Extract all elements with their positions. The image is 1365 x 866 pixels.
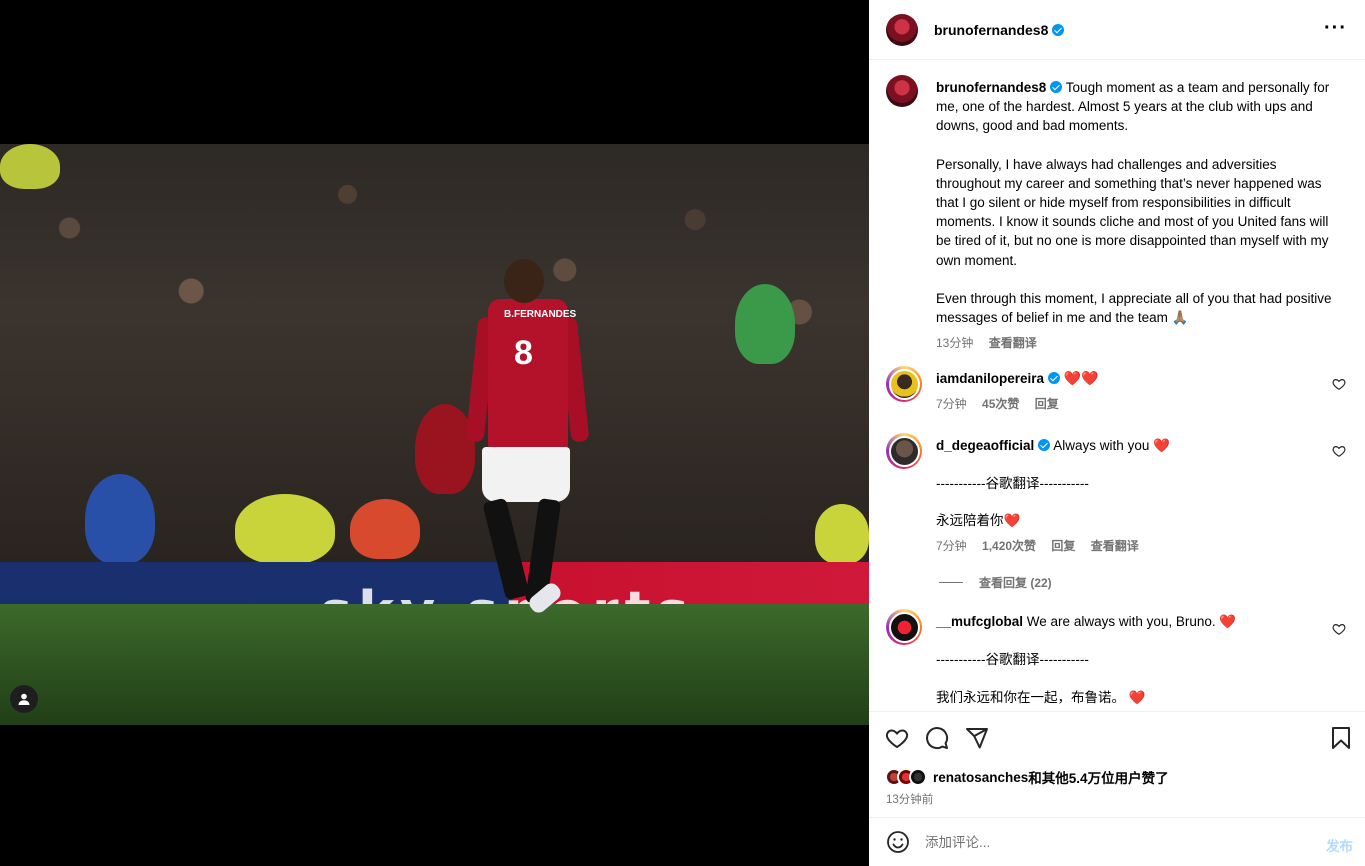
user-tag-icon[interactable] — [10, 685, 38, 713]
translation-divider: -----------谷歌翻译----------- — [936, 476, 1089, 491]
caption-username[interactable]: brunofernandes8 — [936, 80, 1046, 95]
pitch — [0, 604, 869, 725]
caption-paragraph-3: Even through this moment, I appreciate a… — [936, 290, 1332, 326]
post-actions: renatosanches 和其他5.4万位用户赞了 13分钟前 — [869, 711, 1365, 817]
liked-by-summary[interactable]: renatosanches 和其他5.4万位用户赞了 — [885, 767, 1169, 787]
player-figure: B.FERNANDES 8 — [465, 259, 590, 619]
post-photo[interactable]: sky sports B.FERNANDES 8 — [0, 144, 869, 725]
comment-input[interactable] — [925, 834, 1305, 850]
author-username[interactable]: brunofernandes8 — [934, 22, 1065, 38]
comment-time: 7分钟 — [936, 397, 967, 411]
comment-icon[interactable] — [925, 726, 949, 750]
caption-paragraph-2: Personally, I have always had challenges… — [936, 156, 1329, 268]
comment-translation: 永远陪着你❤️ — [936, 513, 1021, 528]
crowd-background — [0, 144, 869, 564]
post-timestamp: 13分钟前 — [886, 794, 934, 806]
post-side-panel: brunofernandes8 ··· brunofernandes8 Toug… — [869, 0, 1365, 866]
liked-by-rest[interactable]: 和其他5.4万位用户赞了 — [1028, 767, 1168, 787]
verified-badge-icon — [1050, 81, 1063, 93]
verified-badge-icon — [1038, 439, 1051, 451]
add-comment-bar: 发布 — [869, 817, 1365, 866]
share-icon[interactable] — [965, 726, 989, 750]
liker-avatars — [885, 768, 927, 786]
post-header: brunofernandes8 ··· — [869, 0, 1365, 60]
emoji-icon[interactable] — [886, 830, 910, 854]
reply-button[interactable]: 回复 — [1035, 397, 1059, 411]
shirt-name: B.FERNANDES — [504, 309, 577, 320]
comment-likes[interactable]: 1,420次赞 — [982, 539, 1036, 553]
shirt-number: 8 — [514, 334, 533, 372]
comment-likes[interactable]: 45次赞 — [982, 397, 1019, 411]
verified-badge-icon — [1048, 372, 1061, 384]
commenter-avatar[interactable] — [886, 609, 922, 645]
see-translation-link[interactable]: 查看翻译 — [989, 336, 1037, 350]
view-replies-button[interactable]: 查看回复 (22) — [939, 574, 1052, 591]
comment-username[interactable]: iamdanilopereira — [936, 371, 1044, 386]
like-heart-icon[interactable] — [885, 726, 909, 750]
caption-time: 13分钟 — [936, 336, 974, 351]
comment-username[interactable]: __mufcglobal — [936, 614, 1023, 629]
commenter-avatar[interactable] — [886, 366, 922, 402]
comment-text: We are always with you, Bruno. ❤️ — [1026, 614, 1237, 629]
reply-button[interactable]: 回复 — [1051, 539, 1075, 553]
comment-time: 7分钟 — [936, 539, 967, 553]
like-comment-icon[interactable] — [1332, 622, 1346, 636]
see-translation-link[interactable]: 查看翻译 — [1091, 539, 1139, 553]
translation-divider: -----------谷歌翻译----------- — [936, 652, 1089, 667]
comment-translation: 我们永远和你在一起，布鲁诺。 ❤️ — [936, 690, 1146, 705]
comment-username[interactable]: d_degeaofficial — [936, 438, 1034, 453]
media-panel: sky sports B.FERNANDES 8 — [0, 0, 869, 866]
comment-text: ❤️❤️ — [1063, 370, 1099, 386]
liked-by-user[interactable]: renatosanches — [933, 770, 1028, 785]
verified-badge-icon — [1052, 23, 1065, 36]
caption-author-avatar[interactable] — [886, 75, 918, 107]
like-comment-icon[interactable] — [1332, 377, 1346, 391]
post-comment-button[interactable]: 发布 — [1326, 835, 1353, 855]
comment-text: Always with you ❤️ — [1053, 438, 1170, 453]
like-comment-icon[interactable] — [1332, 444, 1346, 458]
author-avatar[interactable] — [886, 13, 918, 46]
bookmark-icon[interactable] — [1329, 726, 1353, 750]
more-options-icon[interactable]: ··· — [1324, 18, 1347, 38]
comments-scroll-area[interactable]: brunofernandes8 Tough moment as a team a… — [869, 61, 1365, 711]
commenter-avatar[interactable] — [886, 433, 922, 469]
